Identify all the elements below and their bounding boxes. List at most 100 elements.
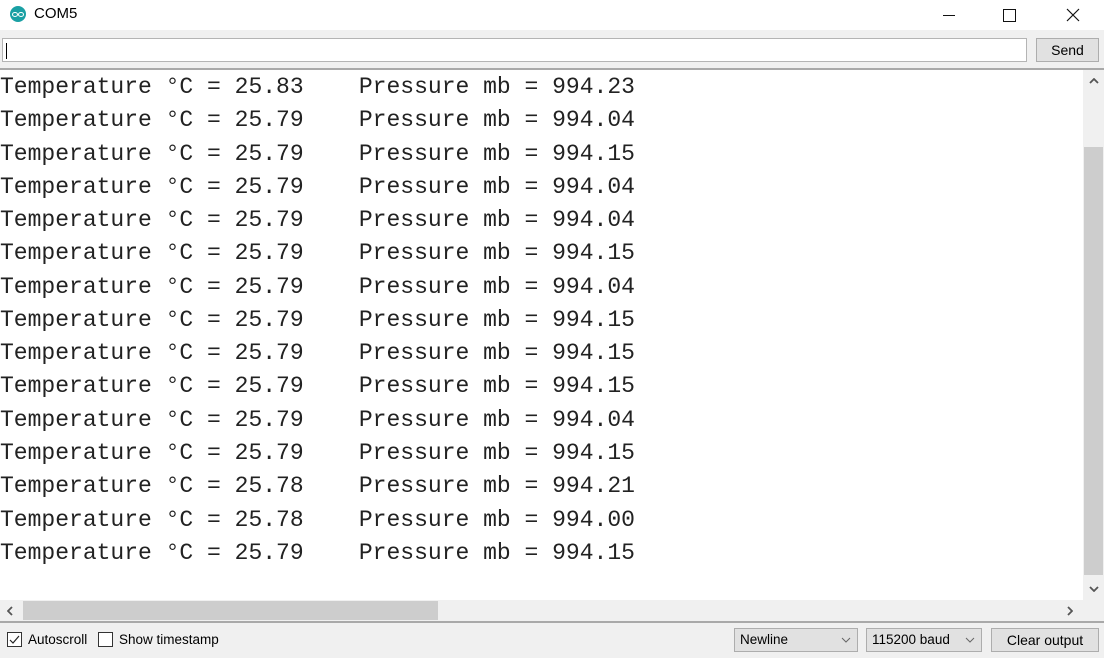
temperature-label: Temperature °C = (0, 306, 235, 333)
scroll-down-button[interactable] (1083, 578, 1104, 600)
pressure-label: Pressure mb = (358, 340, 553, 367)
temperature-value: 25.79 (234, 539, 304, 566)
temperature-value: 25.78 (234, 506, 304, 533)
output-line: Temperature °C = 25.79 Pressure mb = 994… (0, 404, 635, 437)
title-bar: COM5 (0, 0, 1104, 30)
pressure-value: 994.15 (552, 140, 635, 167)
maximize-button[interactable] (986, 0, 1032, 30)
window-title: COM5 (34, 5, 78, 22)
pressure-value: 994.15 (552, 439, 635, 466)
temperature-label: Temperature °C = (0, 539, 235, 566)
output-line: Temperature °C = 25.79 Pressure mb = 994… (0, 104, 635, 137)
output-line: Temperature °C = 25.78 Pressure mb = 994… (0, 504, 635, 537)
serial-output[interactable]: Temperature °C = 25.83 Pressure mb = 994… (0, 70, 1083, 600)
chevron-left-icon (7, 605, 13, 616)
temperature-label: Temperature °C = (0, 506, 235, 533)
send-button[interactable]: Send (1036, 38, 1099, 62)
temperature-value: 25.79 (234, 207, 304, 234)
vertical-scrollbar[interactable] (1083, 70, 1104, 600)
output-line: Temperature °C = 25.79 Pressure mb = 994… (0, 237, 635, 270)
temperature-value: 25.79 (234, 306, 304, 333)
temperature-label: Temperature °C = (0, 173, 235, 200)
pressure-label: Pressure mb = (358, 506, 553, 533)
output-line: Temperature °C = 25.79 Pressure mb = 994… (0, 171, 635, 204)
autoscroll-label[interactable]: Autoscroll (28, 632, 87, 647)
footer-bar: Autoscroll Show timestamp Newline 115200… (0, 623, 1104, 658)
pressure-value: 994.23 (552, 74, 635, 100)
pressure-value: 994.15 (552, 306, 635, 333)
temperature-value: 25.79 (234, 173, 304, 200)
pressure-value: 994.00 (552, 506, 635, 533)
scroll-up-button[interactable] (1083, 70, 1104, 92)
temperature-value: 25.79 (234, 406, 304, 433)
temperature-value: 25.79 (234, 373, 304, 400)
pressure-value: 994.04 (552, 207, 635, 234)
output-line: Temperature °C = 25.79 Pressure mb = 994… (0, 138, 635, 171)
temperature-value: 25.79 (234, 107, 304, 134)
pressure-value: 994.04 (552, 107, 635, 134)
temperature-label: Temperature °C = (0, 273, 235, 300)
close-button[interactable] (1050, 0, 1096, 30)
pressure-value: 994.21 (552, 473, 635, 500)
pressure-label: Pressure mb = (358, 107, 553, 134)
minimize-button[interactable] (926, 0, 972, 30)
close-icon (1066, 8, 1080, 22)
output-line: Temperature °C = 25.79 Pressure mb = 994… (0, 337, 635, 370)
horizontal-scroll-thumb[interactable] (23, 601, 438, 620)
pressure-value: 994.15 (552, 340, 635, 367)
pressure-label: Pressure mb = (358, 306, 553, 333)
temperature-label: Temperature °C = (0, 74, 235, 100)
show-timestamp-checkbox[interactable] (98, 632, 113, 647)
temperature-label: Temperature °C = (0, 140, 235, 167)
output-line: Temperature °C = 25.79 Pressure mb = 994… (0, 304, 635, 337)
chevron-down-icon (1088, 586, 1099, 592)
baud-rate-select[interactable]: 115200 baud (866, 628, 982, 652)
minimize-icon (943, 14, 955, 16)
pressure-label: Pressure mb = (358, 74, 553, 100)
scroll-right-button[interactable] (1060, 600, 1080, 621)
temperature-label: Temperature °C = (0, 107, 235, 134)
serial-input[interactable] (2, 38, 1027, 62)
baud-rate-value: 115200 baud (872, 632, 950, 647)
pressure-label: Pressure mb = (358, 406, 553, 433)
pressure-value: 994.15 (552, 539, 635, 566)
output-line: Temperature °C = 25.83 Pressure mb = 994… (0, 71, 635, 104)
text-caret (6, 43, 7, 59)
temperature-label: Temperature °C = (0, 439, 235, 466)
chevron-right-icon (1067, 605, 1073, 616)
pressure-label: Pressure mb = (358, 439, 553, 466)
pressure-label: Pressure mb = (358, 273, 553, 300)
horizontal-scrollbar[interactable] (0, 600, 1083, 621)
line-ending-value: Newline (740, 632, 789, 647)
pressure-label: Pressure mb = (358, 539, 553, 566)
line-ending-select[interactable]: Newline (734, 628, 858, 652)
temperature-value: 25.79 (234, 439, 304, 466)
scrollbar-corner (1083, 600, 1104, 621)
autoscroll-checkbox[interactable] (7, 632, 22, 647)
chevron-down-icon (841, 637, 851, 643)
pressure-label: Pressure mb = (358, 473, 553, 500)
show-timestamp-label[interactable]: Show timestamp (119, 632, 219, 647)
temperature-value: 25.79 (234, 240, 304, 267)
pressure-value: 994.15 (552, 240, 635, 267)
clear-output-button[interactable]: Clear output (991, 628, 1099, 652)
output-line: Temperature °C = 25.79 Pressure mb = 994… (0, 437, 635, 470)
output-line: Temperature °C = 25.78 Pressure mb = 994… (0, 470, 635, 503)
output-line: Temperature °C = 25.79 Pressure mb = 994… (0, 271, 635, 304)
scroll-left-button[interactable] (0, 600, 20, 621)
temperature-label: Temperature °C = (0, 373, 235, 400)
vertical-scroll-thumb[interactable] (1084, 147, 1103, 575)
output-line: Temperature °C = 25.79 Pressure mb = 994… (0, 370, 635, 403)
chevron-up-icon (1088, 78, 1099, 84)
pressure-label: Pressure mb = (358, 140, 553, 167)
